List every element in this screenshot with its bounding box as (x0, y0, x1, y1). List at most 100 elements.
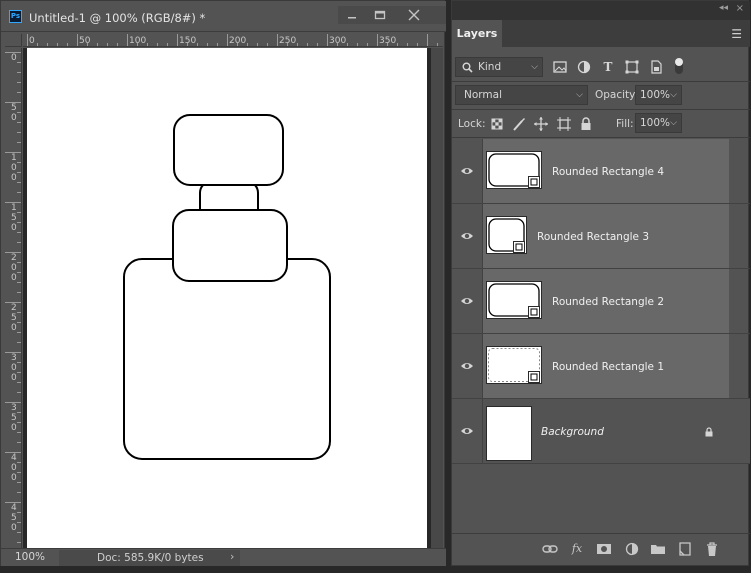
vertical-scrollbar[interactable] (431, 48, 443, 548)
lock-icon[interactable] (704, 427, 714, 437)
layer-body[interactable]: Rounded Rectangle 3 (483, 204, 729, 268)
new-group-icon[interactable] (650, 541, 666, 557)
ruler-tick-label: 0 (11, 223, 17, 233)
layer-name[interactable]: Rounded Rectangle 1 (552, 361, 664, 373)
ruler-tick-label: 100 (129, 36, 146, 46)
tab-layers[interactable]: Layers (452, 20, 502, 47)
delete-layer-icon[interactable] (704, 541, 720, 557)
ruler-tick-label: 0 (11, 523, 17, 533)
lock-image-icon[interactable] (511, 116, 527, 132)
shape-layer-badge-icon (528, 176, 540, 188)
close-icon[interactable] (401, 6, 427, 24)
filter-kind-dropdown[interactable]: Kind ⌵ (455, 57, 543, 77)
tab-bar (502, 20, 750, 47)
new-layer-icon[interactable] (677, 541, 693, 557)
image-filter-icon[interactable] (552, 59, 568, 75)
filter-kind-label: Kind (478, 61, 502, 73)
opacity-label: Opacity: (595, 89, 639, 101)
ruler-tick-label: 0 (11, 373, 17, 383)
close-panel-icon[interactable]: × (736, 3, 744, 14)
ruler-tick-label: 5 (11, 213, 17, 223)
vertical-ruler[interactable]: 050100150200250300350400450 (5, 48, 22, 548)
rounded-rectangle-2-shape (172, 209, 288, 282)
horizontal-ruler[interactable]: 0 50 100 150 200 250 300 350 (23, 34, 443, 47)
add-mask-icon[interactable] (596, 541, 612, 557)
layer-body[interactable]: Rounded Rectangle 4 (483, 139, 729, 203)
divider (452, 533, 750, 534)
layer-row-rounded-rectangle-2[interactable]: Rounded Rectangle 2 (452, 269, 750, 334)
document-tab[interactable]: Ps Untitled-1 @ 100% (RGB/8#) * (1, 1, 446, 32)
ruler-tick-label: 150 (179, 36, 196, 46)
ruler-tick-label: 250 (279, 36, 296, 46)
status-bar: 100% Doc: 585.9K/0 bytes › (1, 548, 446, 566)
new-adjustment-icon[interactable] (624, 541, 640, 557)
panel-menu-icon[interactable]: ☰ (731, 27, 742, 41)
link-layers-icon[interactable] (542, 541, 558, 557)
lock-position-icon[interactable] (533, 116, 549, 132)
visibility-toggle[interactable] (452, 399, 483, 463)
canvas[interactable] (27, 48, 427, 548)
lock-artboard-icon[interactable] (556, 116, 572, 132)
chevron-down-icon[interactable]: ⌵ (670, 114, 677, 132)
lock-all-icon[interactable] (578, 116, 594, 132)
layer-row-background[interactable]: Background (452, 399, 750, 464)
visibility-toggle[interactable] (452, 269, 483, 333)
lock-transparent-icon[interactable] (489, 116, 505, 132)
eye-icon (461, 298, 473, 304)
blend-mode-value: Normal (464, 89, 502, 101)
layer-row-rounded-rectangle-3[interactable]: Rounded Rectangle 3 (452, 204, 750, 269)
layers-panel: ◂◂ × Layers ☰ Kind ⌵ T Normal ⌵ Opacity:… (451, 0, 750, 566)
ruler-tick-label: 5 (11, 103, 17, 113)
artwork (123, 114, 331, 460)
type-filter-icon[interactable]: T (600, 59, 616, 75)
layer-row-rounded-rectangle-1[interactable]: Rounded Rectangle 1 (452, 334, 750, 399)
ruler-tick-label: 350 (379, 36, 396, 46)
shape-layer-badge-icon (528, 306, 540, 318)
fx-icon[interactable]: fx (569, 541, 585, 557)
ruler-tick-label: 1 (11, 203, 17, 213)
ruler-tick-label: 0 (11, 363, 17, 373)
layer-name[interactable]: Rounded Rectangle 3 (537, 231, 649, 243)
opacity-field[interactable]: 100% ⌵ (635, 85, 682, 105)
ruler-tick-label: 3 (11, 353, 17, 363)
adjustment-filter-icon[interactable] (576, 59, 592, 75)
shape-layer-badge-icon (528, 371, 540, 383)
layer-name[interactable]: Rounded Rectangle 4 (552, 166, 664, 178)
opacity-value: 100% (640, 89, 671, 101)
panel-header: ◂◂ × (452, 1, 750, 20)
zoom-level-field[interactable]: 100% (15, 551, 57, 565)
chevron-down-icon[interactable]: ⌵ (670, 86, 677, 104)
ruler-tick-label: 3 (11, 403, 17, 413)
layer-body[interactable]: Background (483, 399, 750, 463)
maximize-icon[interactable] (367, 6, 393, 24)
document-title: Untitled-1 @ 100% (RGB/8#) * (29, 11, 206, 25)
layer-thumbnail (486, 406, 532, 461)
layer-body[interactable]: Rounded Rectangle 2 (483, 269, 729, 333)
ruler-tick-label: 0 (11, 463, 17, 473)
visibility-toggle[interactable] (452, 204, 483, 268)
ruler-tick-label: 50 (79, 36, 91, 46)
layer-row-rounded-rectangle-4[interactable]: Rounded Rectangle 4 (452, 139, 750, 204)
blend-mode-dropdown[interactable]: Normal ⌵ (455, 85, 588, 105)
photoshop-app-icon: Ps (9, 10, 22, 23)
layer-name[interactable]: Background (541, 426, 604, 438)
chevron-right-icon[interactable]: › (230, 550, 234, 563)
ruler-tick-label: 1 (11, 153, 17, 163)
filter-toggle-icon[interactable] (672, 56, 686, 76)
collapse-panel-icon[interactable]: ◂◂ (719, 3, 728, 13)
rounded-rectangle-1-shape (123, 258, 331, 460)
document-window: Ps Untitled-1 @ 100% (RGB/8#) * 0 50 100 15… (0, 0, 446, 566)
smart-object-filter-icon[interactable] (648, 59, 664, 75)
ruler-tick-label: 0 (11, 263, 17, 273)
ruler-origin[interactable] (5, 34, 22, 47)
fill-field[interactable]: 100% ⌵ (635, 113, 682, 133)
search-icon (462, 62, 473, 73)
visibility-toggle[interactable] (452, 334, 483, 398)
layer-name[interactable]: Rounded Rectangle 2 (552, 296, 664, 308)
minimize-icon[interactable] (339, 6, 365, 24)
shape-filter-icon[interactable] (624, 59, 640, 75)
divider (452, 137, 750, 138)
layer-body[interactable]: Rounded Rectangle 1 (483, 334, 729, 398)
visibility-toggle[interactable] (452, 139, 483, 203)
fill-label: Fill: (616, 118, 634, 130)
